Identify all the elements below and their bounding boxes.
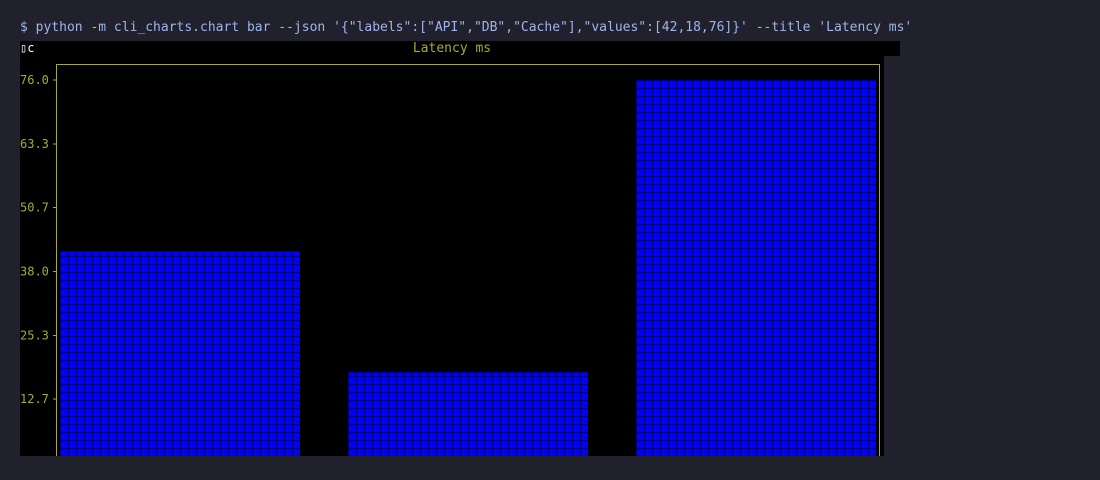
chart-title: Latency ms: [412, 41, 492, 56]
y-tick-label: 25.3: [20, 329, 49, 343]
bar-chart: 12.7 25.3 38.0 50.7 63.3 76.0: [20, 64, 880, 456]
y-tick-label: 63.3: [20, 137, 49, 151]
y-tick-label: 38.0: [20, 265, 49, 279]
bar-api: [60, 251, 300, 456]
y-tick-label: 50.7: [20, 201, 49, 215]
bar-db: [348, 372, 588, 456]
y-tick-label: 76.0: [20, 73, 49, 87]
chart-plot-area: 12.7 25.3 38.0 50.7 63.3 76.0: [20, 56, 884, 456]
terminal-chart-header: ▯c Latency ms: [20, 41, 900, 56]
command-line: $ python -m cli_charts.chart bar --json …: [20, 20, 913, 35]
y-tick-label: 12.7: [20, 392, 49, 406]
bar-cache: [636, 80, 876, 456]
